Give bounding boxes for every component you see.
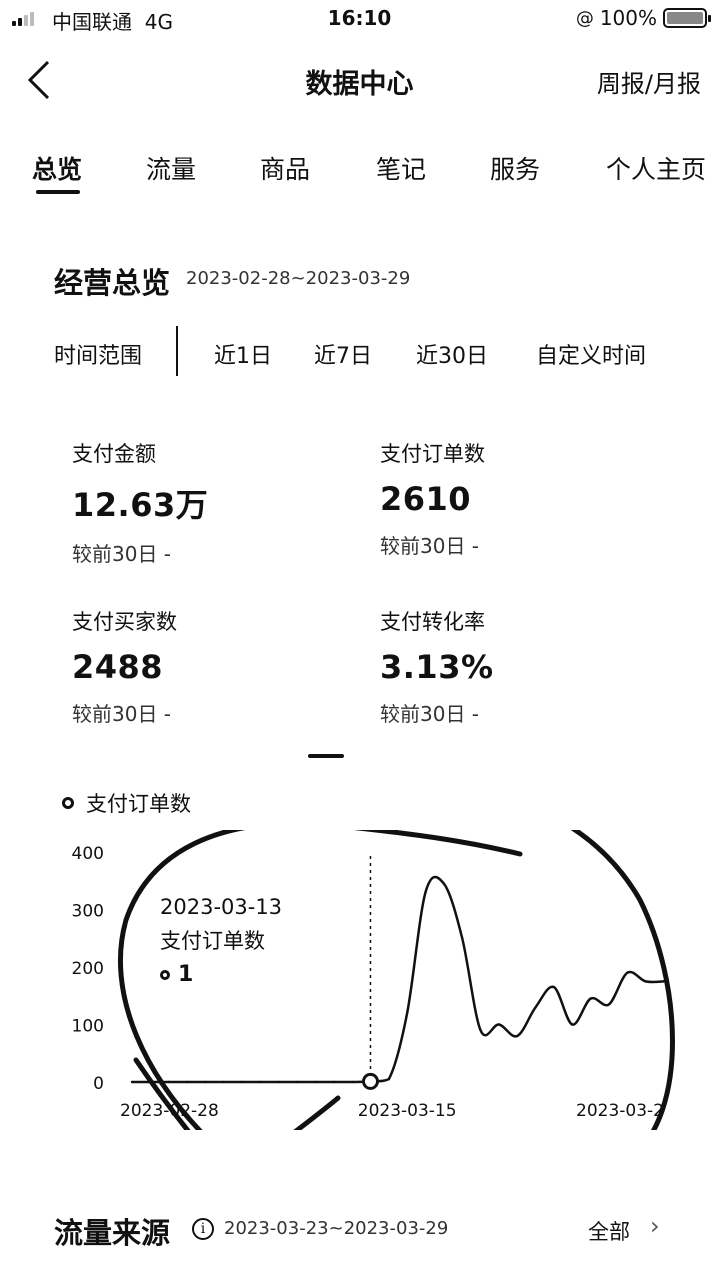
data-point	[167, 1080, 170, 1084]
range-option-30d[interactable]: 近30日	[416, 338, 488, 370]
tab-profile[interactable]: 个人主页	[606, 150, 706, 186]
metric-label: 支付金额	[72, 442, 156, 466]
tooltip-dot-icon	[160, 970, 170, 980]
tab-service[interactable]: 服务	[490, 150, 540, 186]
time-range-selector: 时间范围 近1日 近7日 近30日 自定义时间	[0, 320, 719, 380]
legend-label: 支付订单数	[86, 792, 191, 816]
data-point	[461, 937, 464, 940]
tab-notes[interactable]: 笔记	[376, 150, 426, 186]
info-icon[interactable]: i	[192, 1218, 214, 1240]
data-point	[350, 1080, 354, 1084]
traffic-source-date-range: 2023-03-23~2023-03-29	[224, 1218, 449, 1239]
metric-compare: 较前30日 -	[72, 702, 172, 726]
tab-products[interactable]: 商品	[260, 150, 310, 186]
data-point	[644, 980, 647, 983]
data-point	[277, 1080, 280, 1084]
y-tick-label: 300	[72, 902, 104, 922]
metric-conversion-rate[interactable]: 支付转化率 3.13% 较前30日 -	[380, 606, 494, 727]
filter-all-button[interactable]: 全部	[588, 1216, 630, 1246]
weekly-monthly-report-link[interactable]: 周报/月报	[597, 64, 701, 99]
overview-date-range: 2023-02-28~2023-03-29	[186, 268, 411, 289]
data-point	[387, 1077, 391, 1081]
x-tick-label: 2023-03-2	[576, 1101, 664, 1121]
battery-icon	[663, 8, 711, 28]
data-point	[479, 1029, 482, 1032]
data-point	[295, 1080, 299, 1084]
data-point	[240, 1080, 244, 1084]
data-point	[314, 1080, 317, 1084]
metric-compare: 较前30日 -	[380, 702, 480, 726]
y-tick-label: 100	[72, 1017, 104, 1037]
y-tick-label: 200	[72, 959, 104, 979]
metric-label: 支付订单数	[380, 442, 485, 466]
metric-buyer-count[interactable]: 支付买家数 2488 较前30日 -	[72, 606, 177, 727]
x-tick-label: 2023-03-15	[358, 1101, 457, 1121]
time-range-label: 时间范围	[54, 344, 143, 369]
tooltip-series: 支付订单数	[160, 929, 265, 953]
metric-value: 2610	[380, 480, 472, 518]
data-point	[516, 1034, 519, 1038]
metric-payment-amount[interactable]: 支付金额 12.63万 较前30日 -	[72, 438, 208, 567]
range-option-custom[interactable]: 自定义时间	[536, 338, 646, 370]
metric-order-count[interactable]: 支付订单数 2610 较前30日 -	[380, 438, 485, 559]
data-point	[130, 1080, 134, 1084]
tab-traffic[interactable]: 流量	[146, 150, 196, 186]
page-indicator	[308, 754, 344, 758]
tooltip-value: 1	[178, 962, 194, 987]
data-point	[204, 1080, 207, 1084]
metric-compare: 较前30日 -	[72, 542, 172, 566]
data-point	[607, 1003, 611, 1006]
data-point	[626, 971, 629, 974]
y-tick-label: 0	[93, 1074, 104, 1094]
metric-compare: 较前30日 -	[380, 534, 480, 558]
overview-title: 经营总览	[54, 266, 171, 300]
data-point	[259, 1080, 262, 1084]
chart-legend[interactable]: 支付订单数	[62, 788, 191, 818]
order-count-chart[interactable]: 40030020010002023-02-28 2023-03-15 2023-03…	[0, 830, 719, 1130]
data-point	[222, 1080, 225, 1084]
traffic-source-title: 流量来源	[54, 1216, 171, 1250]
data-point	[405, 1011, 409, 1015]
chart-tooltip: 2023-03-13 支付订单数 1	[160, 890, 282, 992]
highlight-point-marker	[361, 1072, 379, 1090]
data-point	[534, 1006, 537, 1009]
metric-label: 支付买家数	[72, 610, 177, 634]
metric-label: 支付转化率	[380, 610, 485, 634]
divider	[176, 326, 178, 376]
tooltip-date: 2023-03-13	[160, 895, 283, 919]
metric-value: 12.63万	[72, 486, 209, 524]
legend-dot-icon	[62, 797, 74, 809]
status-bar: 中国联通 4G 16:10 @ 100%	[0, 0, 719, 38]
tab-bar: 总览 流量 商品 笔记 服务 个人主页	[0, 140, 719, 200]
metric-value: 3.13%	[380, 648, 494, 686]
data-point	[589, 997, 592, 1000]
data-point	[424, 891, 427, 894]
active-tab-indicator	[36, 190, 80, 194]
tab-overview[interactable]: 总览	[32, 150, 82, 186]
traffic-source-header: 流量来源 i 2023-03-23~2023-03-29 全部 ›	[0, 1200, 719, 1260]
y-tick-label: 400	[72, 844, 104, 864]
nav-bar: 数据中心 周报/月报	[0, 48, 719, 112]
data-point	[552, 985, 556, 989]
chevron-right-icon[interactable]: ›	[650, 1212, 660, 1240]
orientation-lock-icon: @	[575, 7, 594, 29]
data-point	[332, 1080, 335, 1084]
data-point	[442, 882, 446, 885]
range-option-7d[interactable]: 近7日	[314, 338, 372, 370]
data-point	[571, 1023, 574, 1026]
data-point	[497, 1023, 501, 1026]
range-option-1d[interactable]: 近1日	[214, 338, 272, 370]
battery-percent: 100%	[599, 6, 657, 30]
data-point	[185, 1080, 189, 1084]
metric-value: 2488	[72, 648, 164, 686]
